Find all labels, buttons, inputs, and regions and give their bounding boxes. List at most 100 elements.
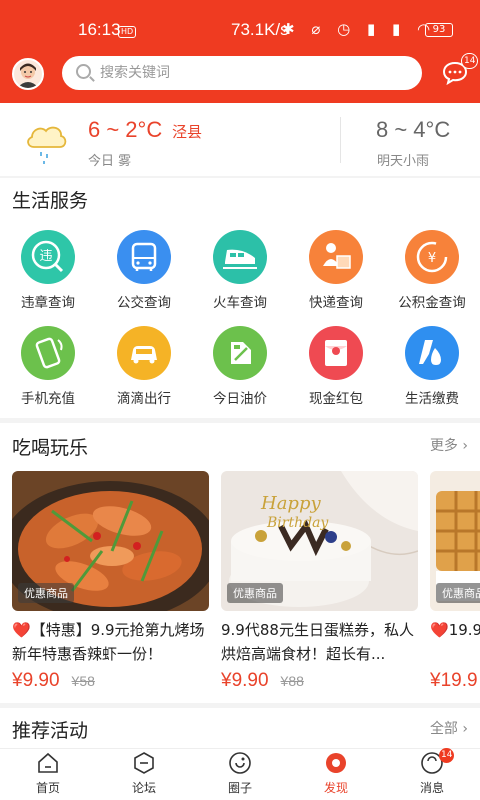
deal-title-text: 19.9套餐! <box>448 621 480 639</box>
deals-section: 吃喝玩乐 更多 › 优惠商品 ❤️【特惠】9.9元抢第九烤场新年特惠香辣虾一份！… <box>0 423 480 703</box>
hd-badge: HD <box>118 26 137 38</box>
deal-tag: 优惠商品 <box>436 583 480 603</box>
today-temperature: 6 ~ 2°C <box>88 117 163 142</box>
bus-icon <box>117 230 171 284</box>
app-header: 16:13 HD 73.1K/s ✱ ⌀ ◷ ▮ ▮ ◠ 93 14 <box>0 0 480 103</box>
redpacket-icon <box>309 326 363 380</box>
service-bus[interactable]: 公交查询 <box>96 230 192 311</box>
service-label: 火车查询 <box>213 295 267 311</box>
deal-price: ¥9.90 <box>221 670 269 691</box>
tab-label: 消息 <box>419 781 444 795</box>
city-name[interactable]: 泾县 <box>172 121 202 142</box>
service-label: 今日油价 <box>213 391 267 407</box>
status-icons: ✱ ⌀ ◷ ▮ ▮ ◠ <box>282 20 437 38</box>
more-label: 更多 <box>429 438 458 454</box>
service-phone-recharge[interactable]: 手机充值 <box>0 326 96 407</box>
circle-icon <box>228 751 252 775</box>
deal-card[interactable]: Happy Birthday 优惠商品 9.9代88元生日蛋糕券，私人烘焙高端食… <box>221 471 418 692</box>
tomorrow-weather-desc: 明天小雨 <box>377 154 430 169</box>
heart-icon: ❤️ <box>430 621 449 639</box>
service-violation[interactable]: 违 违章查询 <box>0 230 96 311</box>
deal-image-cake: Happy Birthday 优惠商品 <box>221 471 418 611</box>
deal-card[interactable]: 优惠商品 ❤️【特惠】9.9元抢第九烤场新年特惠香辣虾一份！ ¥9.90 ¥58 <box>12 471 209 692</box>
deal-price: ¥9.90 <box>12 670 60 691</box>
search-icon <box>76 64 91 79</box>
section-title: 吃喝玩乐 <box>12 437 89 459</box>
service-train[interactable]: 火车查询 <box>192 230 288 311</box>
deal-price-row: ¥9.90 ¥88 <box>221 670 418 692</box>
search-input[interactable] <box>100 56 400 90</box>
section-title: 生活服务 <box>12 190 89 212</box>
fund-icon: ¥ <box>405 230 459 284</box>
network-speed: 73.1K/s <box>231 20 289 39</box>
svg-text:¥: ¥ <box>428 251 436 266</box>
heart-icon: ❤️ <box>12 621 31 639</box>
home-icon <box>36 751 60 775</box>
tab-label: 论坛 <box>131 781 156 795</box>
service-express[interactable]: 快递查询 <box>288 230 384 311</box>
deal-title-text: 9.9代88元生日蛋糕券，私人烘焙高端食材！超长有... <box>221 621 414 663</box>
life-services-section: 生活服务 违 违章查询 公交查询 火车查询 快递查询 ¥ 公积金查询 手机充值 … <box>0 178 480 418</box>
cloud-icon <box>27 126 67 164</box>
search-bar[interactable] <box>62 56 422 90</box>
weather-panel[interactable]: 6 ~ 2°C 泾县 今日 雾 8 ~ 4°C 明天小雨 <box>0 103 480 176</box>
tab-discover[interactable]: 发现 <box>288 751 384 796</box>
tab-messages[interactable]: 14 消息 <box>384 748 480 796</box>
forum-icon <box>132 751 156 775</box>
fuel-icon <box>213 326 267 380</box>
service-label: 违章查询 <box>21 295 75 311</box>
deal-title: ❤️19.9套餐! <box>430 618 480 666</box>
tab-home[interactable]: 首页 <box>0 751 96 796</box>
service-label: 滴滴出行 <box>117 391 171 407</box>
service-label: 手机充值 <box>21 391 75 407</box>
deal-image-waffle: 优惠商品 <box>430 471 480 611</box>
bill-icon <box>405 326 459 380</box>
tomorrow-temperature: 8 ~ 4°C <box>376 117 451 142</box>
train-icon <box>213 230 267 284</box>
section-title: 推荐活动 <box>12 720 89 742</box>
service-fuel-price[interactable]: 今日油价 <box>192 326 288 407</box>
battery-icon: 93 <box>425 23 453 37</box>
status-time: 16:13 <box>78 20 121 39</box>
avatar[interactable] <box>12 58 44 90</box>
service-label: 生活缴费 <box>405 391 459 407</box>
deal-tag: 优惠商品 <box>227 583 283 603</box>
deal-title: ❤️【特惠】9.9元抢第九烤场新年特惠香辣虾一份！ <box>12 618 209 666</box>
service-fund[interactable]: ¥ 公积金查询 <box>384 230 480 311</box>
today-weather-desc: 今日 雾 <box>88 154 132 169</box>
violation-icon: 违 <box>21 230 75 284</box>
status-bar: 16:13 HD 73.1K/s ✱ ⌀ ◷ ▮ ▮ ◠ 93 <box>0 0 480 50</box>
tab-circle[interactable]: 圈子 <box>192 751 288 796</box>
service-bill-payment[interactable]: 生活缴费 <box>384 326 480 407</box>
recommended-activities-section: 推荐活动 全部 › <box>0 708 480 748</box>
tab-label: 发现 <box>323 781 348 795</box>
service-label: 公交查询 <box>117 295 171 311</box>
all-label: 全部 <box>429 721 458 737</box>
svg-text:Birthday: Birthday <box>266 515 329 531</box>
car-icon <box>117 326 171 380</box>
svg-text:违: 违 <box>39 249 52 264</box>
tab-label: 首页 <box>35 781 60 795</box>
tab-forum[interactable]: 论坛 <box>96 751 192 796</box>
deal-price: ¥19.9 <box>430 670 478 691</box>
discover-icon <box>324 751 348 775</box>
service-label: 现金红包 <box>309 391 363 407</box>
service-didi[interactable]: 滴滴出行 <box>96 326 192 407</box>
deal-price-row: ¥9.90 ¥58 <box>12 670 209 692</box>
package-icon <box>309 230 363 284</box>
messages-badge: 14 <box>439 748 455 763</box>
deal-price-row: ¥19.9 <box>430 670 480 692</box>
weather-divider <box>340 117 341 163</box>
deal-card[interactable]: 优惠商品 ❤️19.9套餐! ¥19.9 <box>430 471 480 692</box>
deal-original-price: ¥88 <box>280 673 304 689</box>
messages-badge: 14 <box>461 53 479 69</box>
deal-image-shrimp: 优惠商品 <box>12 471 209 611</box>
more-link[interactable]: 更多 › <box>430 435 468 455</box>
tab-label: 圈子 <box>227 781 252 795</box>
all-link[interactable]: 全部 › <box>430 718 468 738</box>
service-red-packet[interactable]: 现金红包 <box>288 326 384 407</box>
service-label: 快递查询 <box>309 295 363 311</box>
deal-tag: 优惠商品 <box>18 583 74 603</box>
phone-icon <box>21 326 75 380</box>
deal-original-price: ¥58 <box>71 673 95 689</box>
